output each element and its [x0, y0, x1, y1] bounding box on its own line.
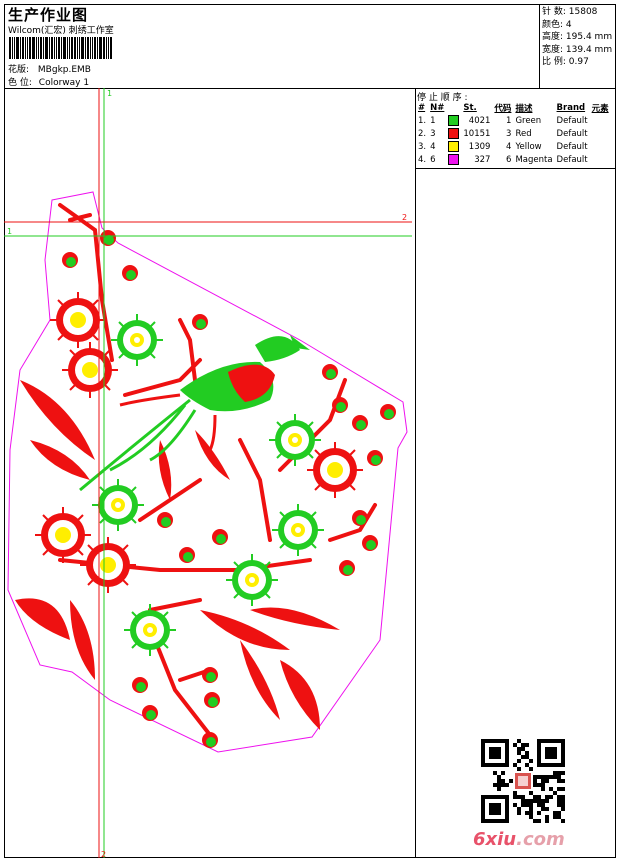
- watermark-logo: 6xiu.com: [473, 829, 565, 850]
- guide-label-v-bottom: 2: [101, 850, 106, 859]
- embroidery-preview: 1 2 1 2: [4, 88, 412, 859]
- qr-code: [481, 739, 565, 823]
- guide-label-v-top: 1: [107, 89, 112, 98]
- bird: [79, 335, 310, 492]
- guide-label-h-right: 2: [402, 213, 407, 222]
- guide-label-h-left: 1: [7, 227, 12, 236]
